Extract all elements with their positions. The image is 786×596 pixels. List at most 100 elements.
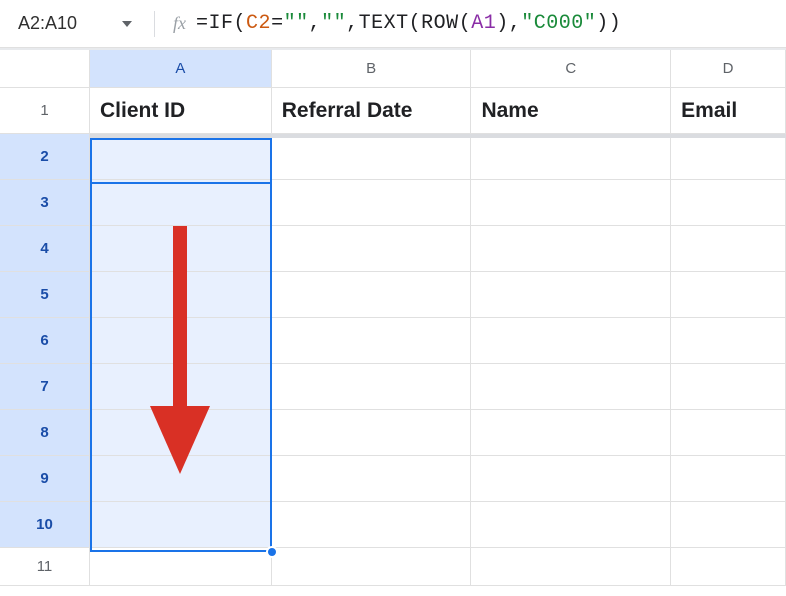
cell-B7[interactable] xyxy=(272,364,472,410)
cell-C10[interactable] xyxy=(471,502,671,548)
cell-A10[interactable] xyxy=(90,502,272,548)
cell-D8[interactable] xyxy=(671,410,786,456)
cell-D6[interactable] xyxy=(671,318,786,364)
cell-B2[interactable] xyxy=(272,134,472,180)
cell-D10[interactable] xyxy=(671,502,786,548)
cell-C3[interactable] xyxy=(471,180,671,226)
cell-A1[interactable]: Client ID xyxy=(90,88,272,134)
tok-fn-if: IF xyxy=(209,12,234,35)
cell-D11[interactable] xyxy=(671,548,786,586)
col-label: A xyxy=(175,60,185,77)
cell-D5[interactable] xyxy=(671,272,786,318)
cell-C6[interactable] xyxy=(471,318,671,364)
cell-C4[interactable] xyxy=(471,226,671,272)
tok-str: "C000" xyxy=(521,12,596,35)
tok-ref-c2: C2 xyxy=(246,12,271,35)
formula-input[interactable]: =IF(C2="","",TEXT(ROW(A1),"C000")) xyxy=(194,8,778,39)
cell-D7[interactable] xyxy=(671,364,786,410)
row-header-10[interactable]: 10 xyxy=(0,502,90,548)
row-header-11[interactable]: 11 xyxy=(0,548,90,586)
row-num: 4 xyxy=(40,240,48,257)
cell-C11[interactable] xyxy=(471,548,671,586)
col-label: D xyxy=(723,60,734,77)
row-headers: 1 2 3 4 5 6 7 8 9 10 11 xyxy=(0,88,90,586)
row-header-3[interactable]: 3 xyxy=(0,180,90,226)
col-label: C xyxy=(565,60,576,77)
cell-C2[interactable] xyxy=(471,134,671,180)
cell-A7[interactable] xyxy=(90,364,272,410)
table-row xyxy=(90,456,786,502)
row-num: 6 xyxy=(40,332,48,349)
row-header-4[interactable]: 4 xyxy=(0,226,90,272)
cell-B10[interactable] xyxy=(272,502,472,548)
cell-text: Referral Date xyxy=(282,99,413,123)
col-header-D[interactable]: D xyxy=(671,50,786,88)
tok-paren: ) xyxy=(596,12,609,35)
divider xyxy=(154,11,155,37)
cell-A3[interactable] xyxy=(90,180,272,226)
cell-A4[interactable] xyxy=(90,226,272,272)
tok-str: "" xyxy=(284,12,309,35)
row-header-1[interactable]: 1 xyxy=(0,88,90,134)
tok-sep: , xyxy=(309,12,322,35)
cell-B6[interactable] xyxy=(272,318,472,364)
cell-D9[interactable] xyxy=(671,456,786,502)
row-num: 9 xyxy=(40,470,48,487)
col-label: B xyxy=(366,60,376,77)
cell-B9[interactable] xyxy=(272,456,472,502)
cell-D1[interactable]: Email xyxy=(671,88,786,134)
cell-D4[interactable] xyxy=(671,226,786,272)
table-row xyxy=(90,226,786,272)
cell-A5[interactable] xyxy=(90,272,272,318)
tok-eq-op: = xyxy=(271,12,284,35)
row-header-7[interactable]: 7 xyxy=(0,364,90,410)
row-num: 3 xyxy=(40,194,48,211)
tok-str: "" xyxy=(321,12,346,35)
cell-D2[interactable] xyxy=(671,134,786,180)
row-header-9[interactable]: 9 xyxy=(0,456,90,502)
col-header-A[interactable]: A xyxy=(90,50,272,88)
col-header-B[interactable]: B xyxy=(272,50,472,88)
cell-C9[interactable] xyxy=(471,456,671,502)
chevron-down-icon xyxy=(122,21,132,27)
table-row xyxy=(90,410,786,456)
column-headers: A B C D xyxy=(90,50,786,88)
cell-B4[interactable] xyxy=(272,226,472,272)
tok-paren: ( xyxy=(459,12,472,35)
tok-sep: , xyxy=(509,12,522,35)
cell-B5[interactable] xyxy=(272,272,472,318)
cell-A2[interactable] xyxy=(90,134,272,180)
tok-paren: ) xyxy=(496,12,509,35)
row-header-8[interactable]: 8 xyxy=(0,410,90,456)
cell-C8[interactable] xyxy=(471,410,671,456)
cell-text: Email xyxy=(681,99,737,123)
row-header-5[interactable]: 5 xyxy=(0,272,90,318)
tok-fn-row: ROW xyxy=(421,12,459,35)
cell-A8[interactable] xyxy=(90,410,272,456)
cell-B1[interactable]: Referral Date xyxy=(272,88,472,134)
fx-icon: fx xyxy=(165,13,194,34)
cell-B11[interactable] xyxy=(272,548,472,586)
row-header-2[interactable]: 2 xyxy=(0,134,90,180)
name-box[interactable]: A2:A10 xyxy=(8,7,148,40)
cell-C5[interactable] xyxy=(471,272,671,318)
formula-bar: A2:A10 fx =IF(C2="","",TEXT(ROW(A1),"C00… xyxy=(0,0,786,48)
cell-text: Client ID xyxy=(100,99,185,123)
cell-D3[interactable] xyxy=(671,180,786,226)
cell-A11[interactable] xyxy=(90,548,272,586)
cell-C1[interactable]: Name xyxy=(471,88,671,134)
table-row xyxy=(90,364,786,410)
spreadsheet-grid: A B C D 1 2 3 4 5 6 7 8 9 10 11 Client I… xyxy=(0,48,786,50)
cell-B8[interactable] xyxy=(272,410,472,456)
row-num: 10 xyxy=(36,516,53,533)
table-row xyxy=(90,272,786,318)
cell-B3[interactable] xyxy=(272,180,472,226)
col-header-C[interactable]: C xyxy=(471,50,671,88)
grid-corner[interactable] xyxy=(0,50,90,88)
cell-A9[interactable] xyxy=(90,456,272,502)
row-num: 5 xyxy=(40,286,48,303)
cell-A6[interactable] xyxy=(90,318,272,364)
cell-C7[interactable] xyxy=(471,364,671,410)
row-header-6[interactable]: 6 xyxy=(0,318,90,364)
tok-paren: ( xyxy=(234,12,247,35)
